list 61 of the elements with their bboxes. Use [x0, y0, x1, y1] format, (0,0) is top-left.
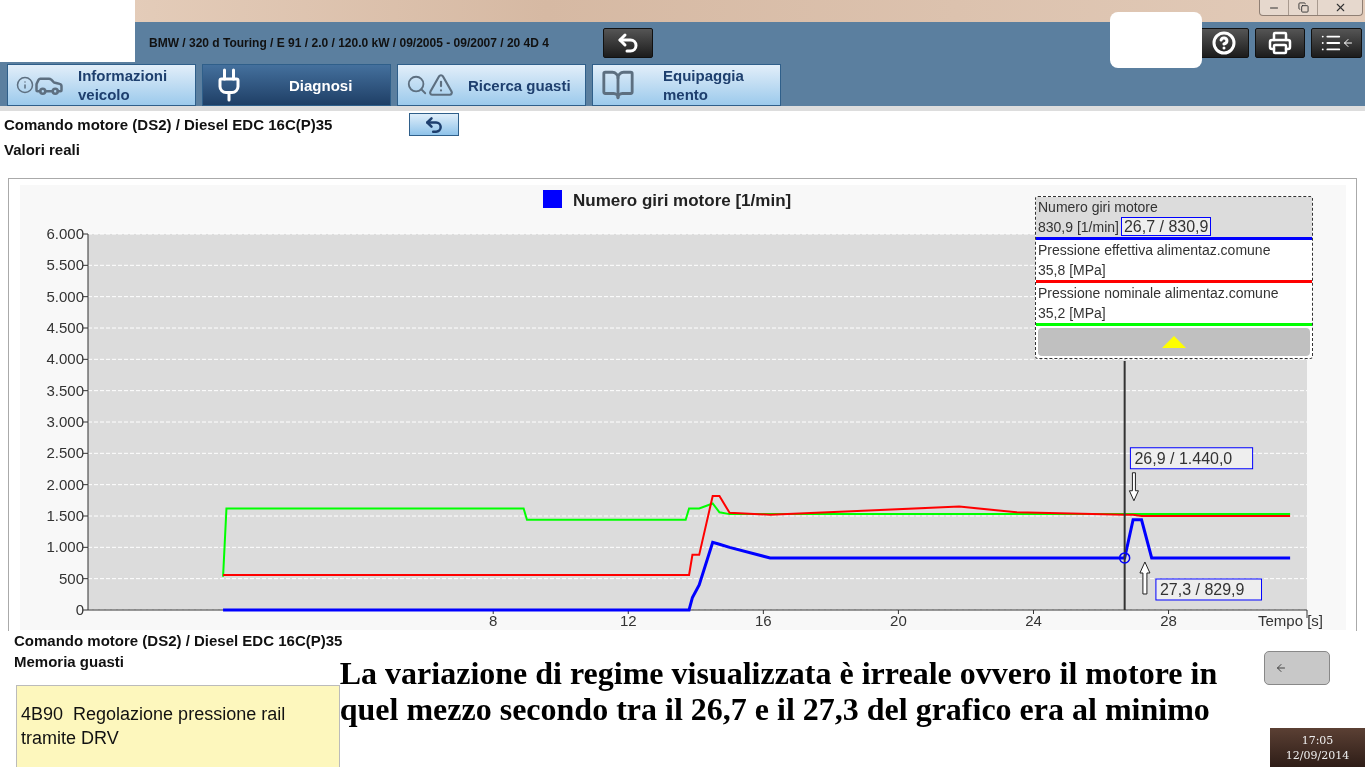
y-tick-label: 2.000 [46, 475, 84, 493]
y-tick-label: 4.500 [46, 319, 84, 336]
y-tick-label: 6.000 [46, 225, 84, 242]
taskbar-clock[interactable]: 17:05 12/09/2014 [1270, 728, 1365, 767]
arrow-left-icon [1275, 662, 1287, 674]
nav-tab[interactable]: Ricerca guasti [397, 64, 586, 106]
search-warning-icon [406, 72, 454, 98]
view-title: Valori reali [3, 140, 81, 160]
menu-exit-button[interactable] [1311, 28, 1362, 58]
nav-tab[interactable]: Diagnosi [202, 64, 391, 106]
x-axis-title: Tempo [s] [1258, 612, 1324, 629]
cursor-line[interactable] [1123, 360, 1126, 611]
down-arrow-icon [1128, 472, 1139, 502]
legend-series-value: 35,2 [MPa] [1038, 304, 1106, 321]
print-button[interactable] [1255, 28, 1305, 58]
book-icon [601, 68, 635, 102]
cursor-value-label: 26,7 / 830,9 [1120, 217, 1212, 236]
back-button[interactable] [603, 28, 653, 58]
legend-series-value: 35,8 [MPa] [1038, 261, 1106, 278]
value-callout: 27,3 / 829,9 [1155, 578, 1262, 601]
x-tick-label: 20 [890, 612, 907, 629]
y-tick-label: 3.000 [46, 413, 84, 430]
back-button[interactable] [409, 113, 459, 136]
back-arrow-icon [424, 114, 444, 135]
y-tick-label: 0 [75, 601, 84, 618]
arrow-left-icon [1341, 37, 1354, 49]
x-tick-label: 24 [1025, 612, 1042, 629]
help-button[interactable] [1199, 28, 1249, 58]
x-tick-label: 16 [755, 612, 772, 629]
nav-tab[interactable]: Informazioni veicolo [7, 64, 196, 106]
section-title: Memoria guasti [13, 652, 126, 672]
vehicle-details: BMW / 320 d Touring / E 91 / 2.0 / 120.0 kW / 09/2005 - 09/2007 / 20 4D 4 [149, 36, 550, 50]
value-callout: 26,9 / 1.440,0 [1129, 447, 1254, 470]
cursor-point-marker [1118, 552, 1131, 564]
legend-series-name: Pressione effettiva alimentaz.comune [1038, 241, 1272, 260]
x-tick-label: 12 [619, 612, 637, 629]
y-tick-label: 500 [58, 569, 84, 587]
legend-series-name: Numero giri motore [1038, 198, 1159, 217]
help-icon [1212, 31, 1236, 55]
x-tick-label: 8 [489, 612, 498, 629]
y-tick-label: 2.500 [46, 444, 84, 462]
x-tick-label: 28 [1160, 612, 1177, 629]
clock-time: 17:05 [1301, 732, 1334, 748]
y-tick-label: 5.000 [46, 287, 84, 305]
module-path: Comando motore (DS2) / Diesel EDC 16C(P)35 [13, 631, 344, 651]
y-tick-label: 4.000 [46, 350, 84, 368]
fault-entry[interactable]: 4B90 Regolazione pressione rail tramite DRV [16, 685, 340, 767]
fault-text: 4B90 Regolazione pressione rail tramite DRV [21, 704, 286, 748]
printer-icon [1268, 31, 1292, 55]
y-tick-label: 3.500 [46, 381, 84, 399]
chart-title: Numero giri motore [1/min] [573, 191, 792, 210]
legend-series-value: 830,9 [1/min] [1038, 218, 1119, 235]
triangle-up-icon [1162, 336, 1186, 348]
nav-tab[interactable]: Equipaggia mento [592, 64, 781, 106]
y-tick-label: 5.500 [46, 256, 84, 274]
y-tick-label: 1.000 [46, 538, 84, 556]
module-path: Comando motore (DS2) / Diesel EDC 16C(P)35 [4, 116, 334, 133]
clock-date: 12/09/2014 [1285, 747, 1350, 763]
legend-series-name: Pressione nominale alimentaz.comune [1038, 284, 1280, 303]
y-tick-label: 1.500 [46, 507, 84, 524]
back-arrow-icon [616, 31, 640, 55]
